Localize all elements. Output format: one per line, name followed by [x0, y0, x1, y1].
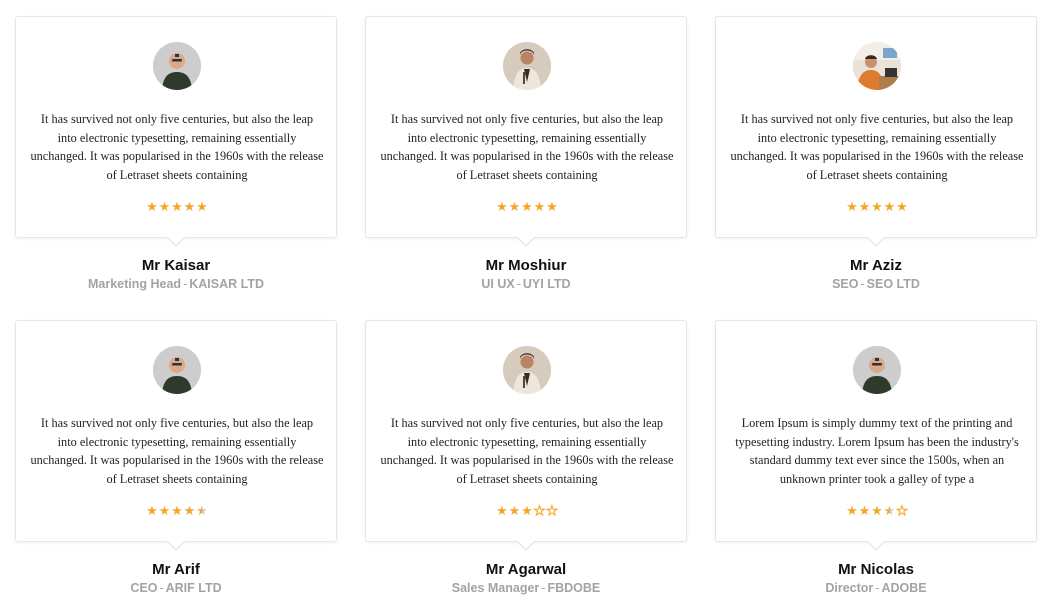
star-full-icon: ★ — [171, 503, 183, 518]
star-full-icon: ★ — [846, 199, 858, 214]
star-full-icon: ★ — [183, 199, 196, 214]
testimonial-card: It has survived not only five centuries,… — [715, 16, 1037, 238]
testimonial-card: It has survived not only five centuries,… — [15, 16, 337, 238]
testimonial-item: Lorem Ipsum is simply dummy text of the … — [715, 320, 1037, 616]
role-title: SEO — [832, 277, 859, 291]
testimonial-role: Director - ADOBE — [715, 581, 1037, 595]
avatar — [153, 346, 201, 394]
star-full-icon: ★ — [183, 503, 196, 518]
star-full-icon: ★ — [546, 199, 558, 214]
star-full-icon: ★ — [871, 503, 883, 518]
star-rating: ★★★★★ — [716, 503, 1038, 518]
star-full-icon: ★ — [533, 199, 546, 214]
card-pointer — [866, 540, 886, 551]
star-half-icon: ★ — [196, 503, 208, 518]
role-company: UYI LTD — [522, 277, 571, 291]
star-empty-icon: ★ — [533, 503, 546, 518]
testimonial-role: CEO - ARIF LTD — [15, 581, 337, 595]
role-title: Sales Manager — [451, 581, 540, 595]
role-company: FBDOBE — [547, 581, 601, 595]
card-pointer — [516, 236, 536, 247]
testimonial-name: Mr Aziz — [850, 257, 902, 274]
star-full-icon: ★ — [496, 503, 508, 518]
testimonial-item: It has survived not only five centuries,… — [365, 320, 687, 616]
star-full-icon: ★ — [508, 199, 521, 214]
star-rating: ★★★★★ — [716, 200, 1038, 214]
testimonial-quote: It has survived not only five centuries,… — [380, 112, 674, 183]
testimonial-role: UI UX - UYI LTD — [365, 277, 687, 291]
testimonial-card: It has survived not only five centuries,… — [15, 320, 337, 542]
testimonial-quote: It has survived not only five centuries,… — [30, 112, 324, 183]
star-full-icon: ★ — [871, 199, 883, 214]
role-separator: - — [860, 277, 865, 291]
card-pointer — [166, 540, 186, 551]
star-half-icon: ★ — [883, 503, 896, 518]
star-full-icon: ★ — [158, 503, 171, 518]
star-full-icon: ★ — [846, 503, 858, 518]
role-title: UI UX — [481, 277, 515, 291]
testimonial-card: It has survived not only five centuries,… — [365, 16, 687, 238]
role-title: Marketing Head — [87, 277, 182, 291]
star-full-icon: ★ — [521, 503, 533, 518]
star-rating: ★★★★★ — [366, 200, 688, 214]
card-pointer — [866, 236, 886, 247]
testimonial-quote: It has survived not only five centuries,… — [30, 416, 324, 487]
star-rating: ★★★★★ — [16, 200, 338, 214]
testimonial-name: Mr Moshiur — [485, 257, 567, 274]
testimonial-name: Mr Arif — [152, 561, 200, 578]
avatar — [503, 346, 551, 394]
star-full-icon: ★ — [858, 503, 871, 518]
testimonial-card: It has survived not only five centuries,… — [365, 320, 687, 542]
testimonial-item: It has survived not only five centuries,… — [365, 16, 687, 320]
role-title: Director — [825, 581, 874, 595]
role-company: ARIF LTD — [165, 581, 222, 595]
role-title: CEO — [130, 581, 158, 595]
testimonial-card: Lorem Ipsum is simply dummy text of the … — [715, 320, 1037, 542]
star-rating: ★★★★★ — [16, 504, 338, 518]
testimonial-item: It has survived not only five centuries,… — [715, 16, 1037, 320]
testimonial-role: SEO - SEO LTD — [715, 277, 1037, 291]
star-rating: ★★★★★ — [366, 503, 688, 518]
testimonial-name: Mr Kaisar — [141, 257, 211, 274]
star-full-icon: ★ — [196, 199, 208, 214]
star-full-icon: ★ — [158, 199, 171, 214]
testimonials-grid: It has survived not only five centuries,… — [15, 16, 1037, 616]
avatar — [503, 42, 551, 90]
testimonial-name: Mr Agarwal — [485, 561, 567, 578]
star-full-icon: ★ — [858, 199, 871, 214]
star-empty-icon: ★ — [546, 503, 559, 518]
role-company: KAISAR LTD — [189, 277, 265, 291]
star-full-icon: ★ — [496, 199, 508, 214]
star-empty-icon: ★ — [896, 503, 909, 518]
card-pointer — [516, 540, 536, 551]
role-separator: - — [159, 581, 164, 595]
role-separator: - — [516, 277, 521, 291]
card-pointer — [166, 236, 186, 247]
avatar — [853, 42, 901, 90]
testimonial-role: Marketing Head - KAISAR LTD — [15, 277, 337, 291]
avatar — [853, 346, 901, 394]
testimonial-item: It has survived not only five centuries,… — [15, 16, 337, 320]
testimonial-quote: It has survived not only five centuries,… — [730, 112, 1024, 183]
testimonial-quote: Lorem Ipsum is simply dummy text of the … — [735, 416, 1019, 487]
avatar — [153, 42, 201, 90]
star-full-icon: ★ — [508, 503, 521, 518]
role-company: SEO LTD — [866, 277, 920, 291]
star-full-icon: ★ — [521, 199, 533, 214]
role-company: ADOBE — [881, 581, 927, 595]
star-full-icon: ★ — [883, 199, 896, 214]
star-full-icon: ★ — [896, 199, 908, 214]
star-full-icon: ★ — [146, 503, 158, 518]
testimonial-role: Sales Manager - FBDOBE — [365, 581, 687, 595]
star-full-icon: ★ — [146, 199, 158, 214]
star-full-icon: ★ — [171, 199, 183, 214]
testimonial-item: It has survived not only five centuries,… — [15, 320, 337, 616]
testimonial-quote: It has survived not only five centuries,… — [380, 416, 674, 487]
testimonial-name: Mr Nicolas — [838, 561, 914, 578]
